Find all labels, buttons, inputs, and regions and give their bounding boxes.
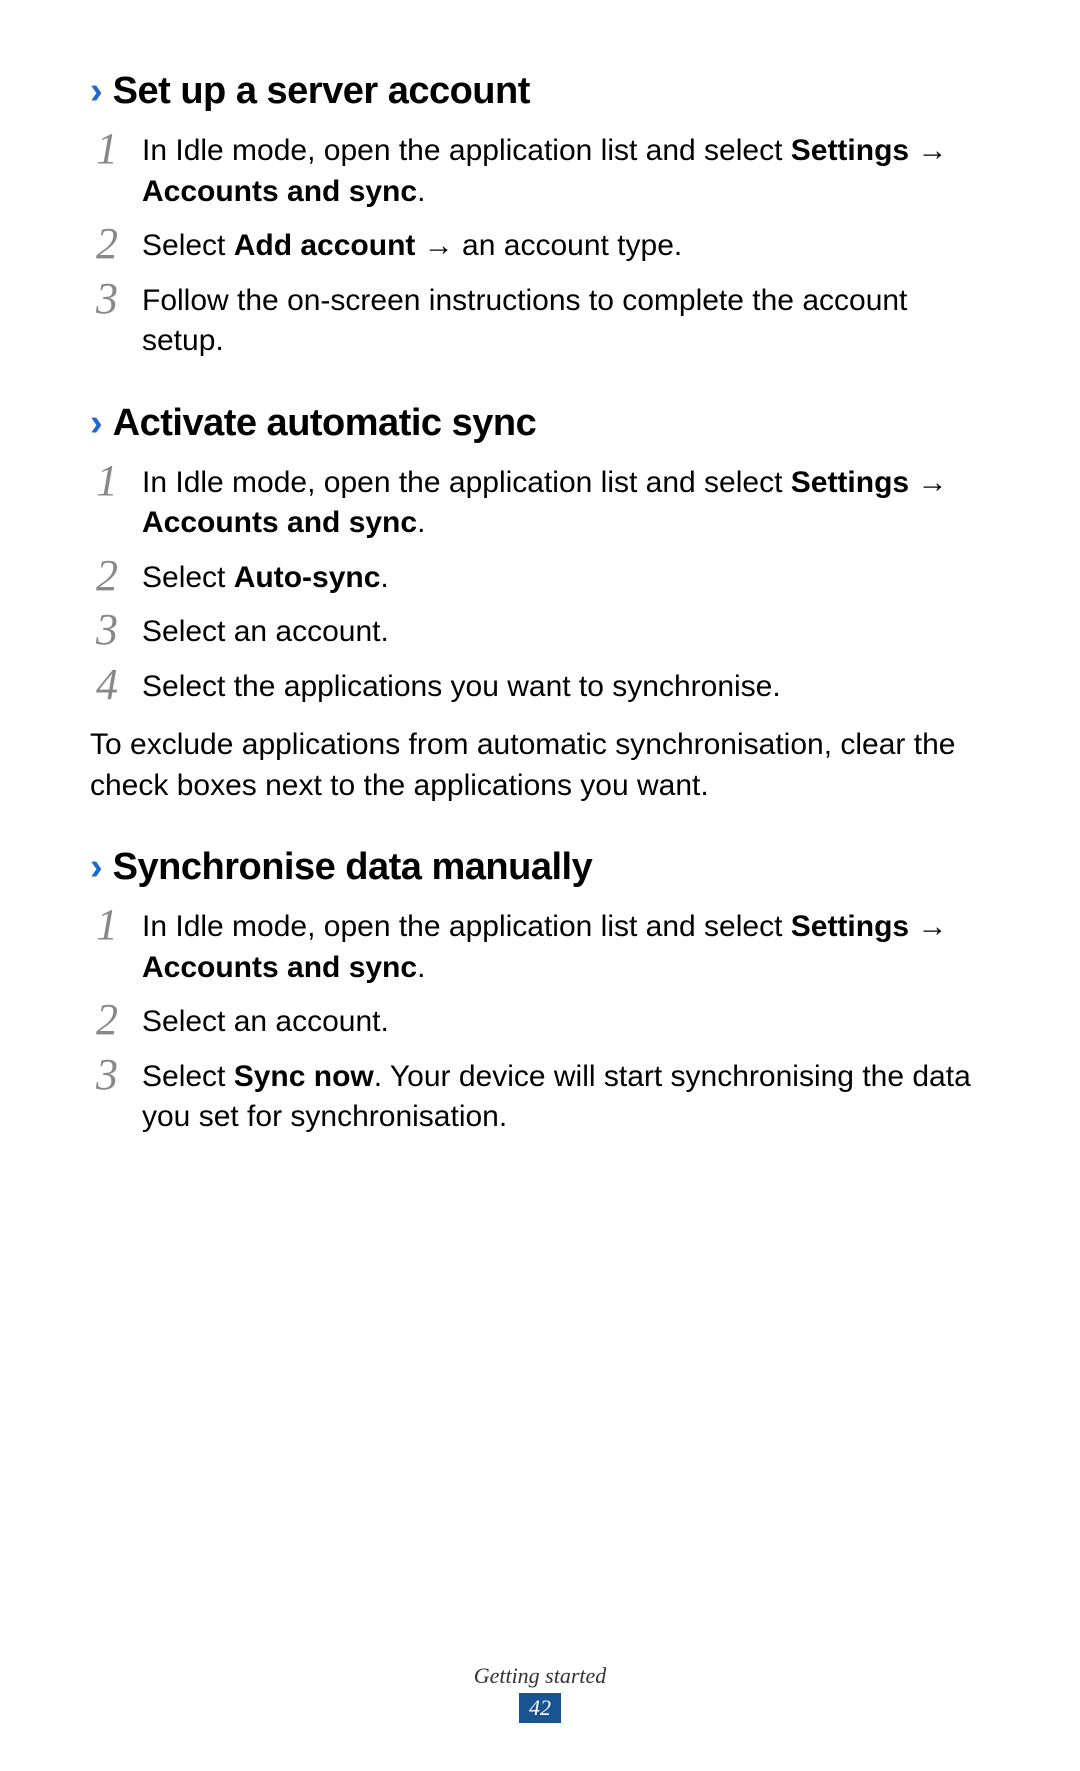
step: 2Select Auto-sync. — [90, 558, 990, 599]
step-number: 4 — [96, 663, 142, 707]
text: In Idle mode, open the application list … — [142, 466, 791, 499]
step-text: Select Sync now. Your device will start … — [142, 1057, 990, 1138]
step-text: Select Auto-sync. — [142, 558, 990, 599]
text: . — [417, 506, 425, 539]
chevron-right-icon: › — [90, 70, 103, 113]
heading-text: Synchronise data manually — [113, 846, 593, 889]
section-heading: ›Set up a server account — [90, 70, 990, 113]
step-number: 3 — [96, 277, 142, 321]
text: → — [909, 466, 947, 499]
text: Select — [142, 561, 234, 594]
bold-text: Add account — [234, 229, 416, 262]
step: 3Select Sync now. Your device will start… — [90, 1057, 990, 1138]
bold-text: Accounts and sync — [142, 951, 417, 984]
bold-text: Sync now — [234, 1060, 374, 1093]
step: 1In Idle mode, open the application list… — [90, 131, 990, 212]
step: 1In Idle mode, open the application list… — [90, 907, 990, 988]
section: ›Set up a server account 1In Idle mode, o… — [90, 70, 990, 362]
step-text: Select Add account → an account type. — [142, 226, 990, 267]
chevron-right-icon: › — [90, 846, 103, 889]
footer-chapter: Getting started — [0, 1663, 1080, 1689]
text: . — [380, 561, 388, 594]
page-footer: Getting started 42 — [0, 1663, 1080, 1723]
text: Select an account. — [142, 615, 389, 648]
heading-text: Activate automatic sync — [113, 402, 537, 445]
section: ›Activate automatic sync 1In Idle mode, o… — [90, 402, 990, 807]
step-text: Select an account. — [142, 612, 990, 653]
heading-text: Set up a server account — [113, 70, 530, 113]
text: → — [909, 134, 947, 167]
bold-text: Accounts and sync — [142, 506, 417, 539]
section: ›Synchronise data manually 1In Idle mode,… — [90, 846, 990, 1138]
text: Select — [142, 1060, 234, 1093]
text: Select an account. — [142, 1005, 389, 1038]
section-heading: ›Synchronise data manually — [90, 846, 990, 889]
step-number: 1 — [96, 127, 142, 171]
step-number: 3 — [96, 608, 142, 652]
step-text: In Idle mode, open the application list … — [142, 463, 990, 544]
bold-text: Settings — [791, 134, 909, 167]
step-text: Select the applications you want to sync… — [142, 667, 990, 708]
step: 2Select Add account → an account type. — [90, 226, 990, 267]
page-content: ›Set up a server account1In Idle mode, o… — [90, 70, 990, 1138]
text: Select — [142, 229, 234, 262]
text: → — [909, 910, 947, 943]
bold-text: Accounts and sync — [142, 175, 417, 208]
text: In Idle mode, open the application list … — [142, 910, 791, 943]
text: Select the applications you want to sync… — [142, 670, 781, 703]
section-heading: ›Activate automatic sync — [90, 402, 990, 445]
chevron-right-icon: › — [90, 402, 103, 445]
step-number: 2 — [96, 554, 142, 598]
step-text: Select an account. — [142, 1002, 990, 1043]
paragraph: To exclude applications from automatic s… — [90, 725, 990, 806]
step-text: In Idle mode, open the application list … — [142, 907, 990, 988]
step-number: 2 — [96, 222, 142, 266]
step: 1In Idle mode, open the application list… — [90, 463, 990, 544]
step-number: 1 — [96, 459, 142, 503]
step-number: 3 — [96, 1053, 142, 1097]
step-number: 2 — [96, 998, 142, 1042]
text: In Idle mode, open the application list … — [142, 134, 791, 167]
bold-text: Settings — [791, 910, 909, 943]
step-text: Follow the on-screen instructions to com… — [142, 281, 990, 362]
bold-text: Auto-sync — [234, 561, 381, 594]
step-text: In Idle mode, open the application list … — [142, 131, 990, 212]
step-number: 1 — [96, 903, 142, 947]
text: . — [417, 175, 425, 208]
bold-text: Settings — [791, 466, 909, 499]
footer-page-number: 42 — [519, 1693, 561, 1723]
step: 3Follow the on-screen instructions to co… — [90, 281, 990, 362]
step: 3Select an account. — [90, 612, 990, 653]
text: Follow the on-screen instructions to com… — [142, 284, 907, 358]
step: 2Select an account. — [90, 1002, 990, 1043]
text: → an account type. — [415, 229, 682, 262]
step: 4Select the applications you want to syn… — [90, 667, 990, 708]
text: . — [417, 951, 425, 984]
